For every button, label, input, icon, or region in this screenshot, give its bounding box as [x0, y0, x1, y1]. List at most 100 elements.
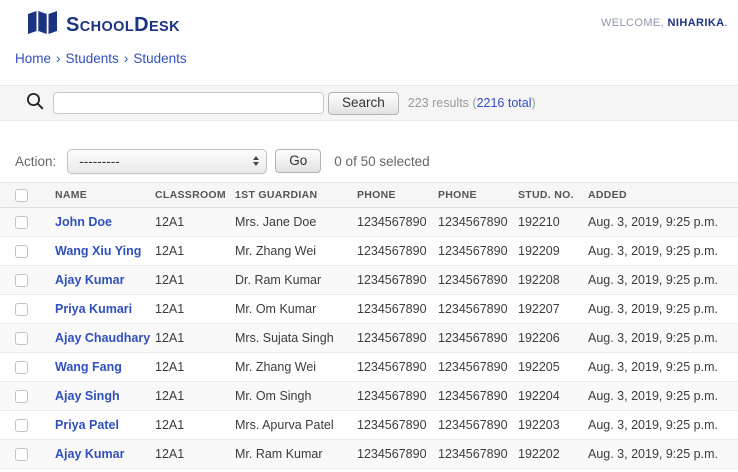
table-body: John Doe 12A1 Mrs. Jane Doe 1234567890 1… [0, 208, 738, 469]
table-row: Wang Xiu Ying 12A1 Mr. Zhang Wei 1234567… [0, 237, 738, 266]
student-name-link[interactable]: Priya Patel [55, 418, 119, 432]
action-select[interactable]: --------- [67, 149, 267, 174]
row-checkbox[interactable] [15, 332, 28, 345]
table-row: Ajay Singh 12A1 Mr. Om Singh 1234567890 … [0, 382, 738, 411]
table-row: Ajay Kumar 12A1 Dr. Ram Kumar 1234567890… [0, 266, 738, 295]
table-row: Ajay Chaudhary 12A1 Mrs. Sujata Singh 12… [0, 324, 738, 353]
classroom-cell: 12A1 [155, 418, 235, 432]
phone-cell-1: 1234567890 [357, 360, 438, 374]
brand-logo[interactable]: SCHOOLDESK [28, 10, 180, 40]
classroom-cell: 12A1 [155, 273, 235, 287]
table-row: John Doe 12A1 Mrs. Jane Doe 1234567890 1… [0, 208, 738, 237]
table-header-row: NAME CLASSROOM 1ST GUARDIAN PHONE PHONE … [0, 182, 738, 208]
column-header-stud-no[interactable]: STUD. NO. [518, 189, 588, 201]
added-cell: Aug. 3, 2019, 9:25 p.m. [588, 244, 738, 258]
phone-cell-2: 1234567890 [438, 331, 518, 345]
row-checkbox[interactable] [15, 245, 28, 258]
row-checkbox[interactable] [15, 390, 28, 403]
phone-cell-1: 1234567890 [357, 273, 438, 287]
row-checkbox[interactable] [15, 303, 28, 316]
total-results-link[interactable]: 2216 total [477, 96, 532, 110]
guardian-cell: Mr. Om Kumar [235, 302, 357, 316]
phone-cell-1: 1234567890 [357, 389, 438, 403]
column-header-phone-2[interactable]: PHONE [438, 189, 518, 201]
added-cell: Aug. 3, 2019, 9:25 p.m. [588, 302, 738, 316]
student-name-link[interactable]: Wang Xiu Ying [55, 244, 141, 258]
guardian-cell: Mrs. Apurva Patel [235, 418, 357, 432]
classroom-cell: 12A1 [155, 244, 235, 258]
username: NIHARIKA [668, 17, 725, 29]
student-name-link[interactable]: Priya Kumari [55, 302, 132, 316]
action-select-value: --------- [79, 154, 119, 169]
row-checkbox[interactable] [15, 419, 28, 432]
student-no-cell: 192206 [518, 331, 588, 345]
row-checkbox[interactable] [15, 216, 28, 229]
student-name-link[interactable]: John Doe [55, 215, 112, 229]
breadcrumb: Home›Students›Students [0, 42, 738, 66]
selection-status: 0 of 50 selected [334, 154, 429, 169]
student-name-link[interactable]: Wang Fang [55, 360, 122, 374]
phone-cell-1: 1234567890 [357, 331, 438, 345]
phone-cell-2: 1234567890 [438, 215, 518, 229]
student-name-link[interactable]: Ajay Singh [55, 389, 120, 403]
row-checkbox[interactable] [15, 361, 28, 374]
table-row: Ajay Kumar 12A1 Mr. Ram Kumar 1234567890… [0, 440, 738, 469]
phone-cell-1: 1234567890 [357, 418, 438, 432]
guardian-cell: Mr. Ram Kumar [235, 447, 357, 461]
phone-cell-2: 1234567890 [438, 389, 518, 403]
go-button[interactable]: Go [275, 149, 321, 173]
student-no-cell: 192210 [518, 215, 588, 229]
search-results-count: 223 results (2216 total) [408, 96, 536, 110]
added-cell: Aug. 3, 2019, 9:25 p.m. [588, 273, 738, 287]
guardian-cell: Mr. Om Singh [235, 389, 357, 403]
select-all-checkbox[interactable] [15, 189, 28, 202]
student-no-cell: 192207 [518, 302, 588, 316]
phone-cell-1: 1234567890 [357, 244, 438, 258]
guardian-cell: Mrs. Sujata Singh [235, 331, 357, 345]
search-icon [26, 92, 44, 115]
guardian-cell: Mr. Zhang Wei [235, 244, 357, 258]
column-header-classroom[interactable]: CLASSROOM [155, 189, 235, 201]
added-cell: Aug. 3, 2019, 9:25 p.m. [588, 215, 738, 229]
student-name-link[interactable]: Ajay Chaudhary [55, 331, 150, 345]
guardian-cell: Mr. Zhang Wei [235, 360, 357, 374]
search-input[interactable] [53, 92, 324, 114]
brand-name: SCHOOLDESK [66, 15, 180, 35]
table-row: Priya Kumari 12A1 Mr. Om Kumar 123456789… [0, 295, 738, 324]
guardian-cell: Dr. Ram Kumar [235, 273, 357, 287]
phone-cell-2: 1234567890 [438, 418, 518, 432]
search-panel: Search 223 results (2216 total) [0, 85, 738, 121]
classroom-cell: 12A1 [155, 215, 235, 229]
student-no-cell: 192209 [518, 244, 588, 258]
book-icon [28, 10, 57, 40]
added-cell: Aug. 3, 2019, 9:25 p.m. [588, 389, 738, 403]
row-checkbox[interactable] [15, 448, 28, 461]
breadcrumb-current: Students [133, 51, 186, 66]
breadcrumb-link-students[interactable]: Students [66, 51, 119, 66]
column-header-phone-1[interactable]: PHONE [357, 189, 438, 201]
select-stepper-icon [253, 156, 259, 166]
welcome-text: WELCOME, NIHARIKA. [601, 17, 728, 29]
student-name-link[interactable]: Ajay Kumar [55, 447, 124, 461]
search-button[interactable]: Search [328, 92, 399, 115]
student-no-cell: 192204 [518, 389, 588, 403]
column-header-name[interactable]: NAME [55, 189, 155, 201]
added-cell: Aug. 3, 2019, 9:25 p.m. [588, 447, 738, 461]
students-table: NAME CLASSROOM 1ST GUARDIAN PHONE PHONE … [0, 182, 738, 469]
column-header-guardian[interactable]: 1ST GUARDIAN [235, 189, 357, 201]
added-cell: Aug. 3, 2019, 9:25 p.m. [588, 418, 738, 432]
guardian-cell: Mrs. Jane Doe [235, 215, 357, 229]
breadcrumb-link-home[interactable]: Home [15, 51, 51, 66]
action-label: Action: [15, 154, 56, 169]
table-row: Priya Patel 12A1 Mrs. Apurva Patel 12345… [0, 411, 738, 440]
row-checkbox[interactable] [15, 274, 28, 287]
table-row: Wang Fang 12A1 Mr. Zhang Wei 1234567890 … [0, 353, 738, 382]
student-no-cell: 192203 [518, 418, 588, 432]
breadcrumb-separator: › [56, 51, 61, 66]
student-name-link[interactable]: Ajay Kumar [55, 273, 124, 287]
classroom-cell: 12A1 [155, 447, 235, 461]
phone-cell-2: 1234567890 [438, 273, 518, 287]
classroom-cell: 12A1 [155, 331, 235, 345]
phone-cell-1: 1234567890 [357, 302, 438, 316]
column-header-added[interactable]: ADDED [588, 189, 738, 201]
